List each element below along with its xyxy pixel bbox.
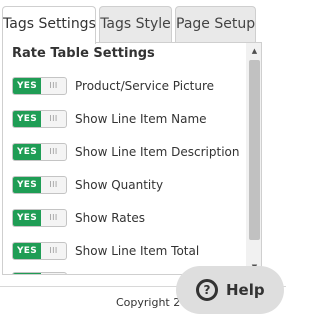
setting-row-rates: YES III Show Rates (12, 209, 247, 227)
product-picture-toggle[interactable]: YES III (12, 77, 67, 95)
help-label: Help (226, 281, 265, 299)
toggle-grip-icon: III (49, 147, 58, 156)
setting-row-quantity: YES III Show Quantity (12, 176, 247, 194)
help-button[interactable]: ? Help (176, 266, 284, 314)
setting-label: Show Line Item Name (75, 112, 207, 126)
toggle-on-label: YES (13, 177, 41, 193)
setting-label: Show Line Item Total (75, 244, 200, 258)
partial-row-toggle[interactable] (12, 272, 67, 274)
setting-row-line-item-total: YES III Show Line Item Total (12, 242, 247, 260)
setting-label: Show Quantity (75, 178, 164, 192)
scroll-up-arrow-icon[interactable]: ▲ (249, 46, 260, 56)
toggle-on-label: YES (13, 111, 41, 127)
toggle-grip-icon: III (49, 246, 58, 255)
toggle-grip-icon: III (49, 213, 58, 222)
tab-tags-style[interactable]: Tags Style (99, 6, 172, 43)
toggle-on-label: YES (13, 210, 41, 226)
setting-label: Show Line Item Description (75, 145, 240, 159)
panel-title: Rate Table Settings (12, 46, 155, 61)
toggle-grip-icon: III (49, 81, 58, 90)
toggle-on-label: YES (13, 144, 41, 160)
setting-label: Product/Service Picture (75, 79, 215, 93)
toggle-grip-icon: III (49, 180, 58, 189)
toggle-on-label: YES (13, 243, 41, 259)
setting-row-line-item-description: YES III Show Line Item Description (12, 143, 247, 161)
toggle-on-label (13, 273, 41, 274)
tab-page-setup[interactable]: Page Setup (175, 6, 256, 43)
line-item-description-toggle[interactable]: YES III (12, 143, 67, 161)
toggle-on-label: YES (13, 78, 41, 94)
setting-row-line-item-name: YES III Show Line Item Name (12, 110, 247, 128)
line-item-total-toggle[interactable]: YES III (12, 242, 67, 260)
rates-toggle[interactable]: YES III (12, 209, 67, 227)
line-item-name-toggle[interactable]: YES III (12, 110, 67, 128)
setting-label: Show Rates (75, 211, 145, 225)
setting-row-product-picture: YES III Product/Service Picture (12, 77, 247, 95)
settings-panel: Rate Table Settings YES III Product/Serv… (2, 42, 262, 275)
tab-tags-settings[interactable]: Tags Settings (2, 6, 96, 44)
quantity-toggle[interactable]: YES III (12, 176, 67, 194)
toggle-grip-icon: III (49, 114, 58, 123)
question-circle-icon: ? (196, 279, 218, 301)
toggle-grip-icon (41, 273, 66, 274)
scrollbar-thumb[interactable] (249, 60, 260, 240)
